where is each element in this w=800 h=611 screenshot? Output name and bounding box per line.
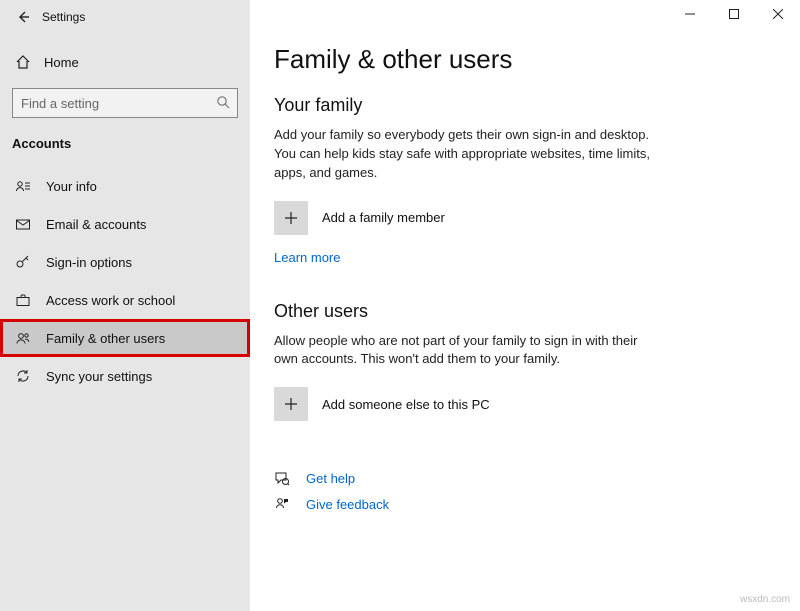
nav-access-work-school[interactable]: Access work or school (0, 281, 250, 319)
page-title: Family & other users (274, 44, 776, 75)
nav-your-info[interactable]: Your info (0, 167, 250, 205)
search-icon (215, 94, 231, 110)
search-wrap (0, 80, 250, 122)
plus-icon (274, 387, 308, 421)
home-icon (14, 54, 32, 70)
get-help-link[interactable]: Get help (274, 465, 776, 491)
minimize-button[interactable] (668, 0, 712, 28)
nav-label: Sync your settings (46, 369, 152, 384)
plus-icon (274, 201, 308, 235)
back-arrow-icon (15, 9, 31, 25)
give-feedback-label: Give feedback (306, 497, 389, 512)
give-feedback-link[interactable]: Give feedback (274, 491, 776, 517)
nav-list: Your info Email & accounts Sign-in optio… (0, 167, 250, 395)
section-header-accounts: Accounts (0, 122, 250, 157)
other-users-header: Other users (274, 301, 776, 322)
your-family-header: Your family (274, 95, 776, 116)
nav-label: Sign-in options (46, 255, 132, 270)
home-label: Home (44, 55, 79, 70)
watermark: wsxdn.com (740, 594, 790, 605)
back-button[interactable] (8, 2, 38, 32)
add-other-label: Add someone else to this PC (322, 397, 490, 412)
get-help-label: Get help (306, 471, 355, 486)
settings-window: Settings Home Accounts Your info (0, 0, 800, 611)
home-nav[interactable]: Home (0, 44, 250, 80)
search-box[interactable] (12, 88, 238, 118)
nav-sync-settings[interactable]: Sync your settings (0, 357, 250, 395)
your-family-desc: Add your family so everybody gets their … (274, 126, 654, 183)
learn-more-link[interactable]: Learn more (274, 250, 340, 265)
close-icon (773, 9, 783, 19)
nav-signin-options[interactable]: Sign-in options (0, 243, 250, 281)
nav-label: Email & accounts (46, 217, 146, 232)
people-icon (14, 330, 32, 346)
sync-icon (14, 368, 32, 384)
maximize-icon (729, 9, 739, 19)
mail-icon (14, 216, 32, 232)
nav-label: Your info (46, 179, 97, 194)
support-section: Get help Give feedback (274, 465, 776, 517)
window-controls (668, 0, 800, 32)
nav-label: Family & other users (46, 331, 165, 346)
help-icon (274, 470, 298, 486)
add-other-user-button[interactable]: Add someone else to this PC (274, 387, 776, 421)
main-content: Family & other users Your family Add you… (250, 0, 800, 611)
nav-email-accounts[interactable]: Email & accounts (0, 205, 250, 243)
feedback-icon (274, 496, 298, 512)
sidebar: Settings Home Accounts Your info (0, 0, 250, 611)
nav-family-other-users[interactable]: Family & other users (0, 319, 250, 357)
add-family-member-button[interactable]: Add a family member (274, 201, 776, 235)
other-users-desc: Allow people who are not part of your fa… (274, 332, 654, 370)
nav-label: Access work or school (46, 293, 175, 308)
search-input[interactable] (13, 89, 237, 117)
maximize-button[interactable] (712, 0, 756, 28)
your-info-icon (14, 178, 32, 194)
add-family-label: Add a family member (322, 210, 445, 225)
minimize-icon (685, 9, 695, 19)
titlebar: Settings (0, 0, 250, 34)
key-icon (14, 254, 32, 270)
titlebar-title: Settings (42, 10, 85, 24)
briefcase-icon (14, 292, 32, 308)
close-button[interactable] (756, 0, 800, 28)
